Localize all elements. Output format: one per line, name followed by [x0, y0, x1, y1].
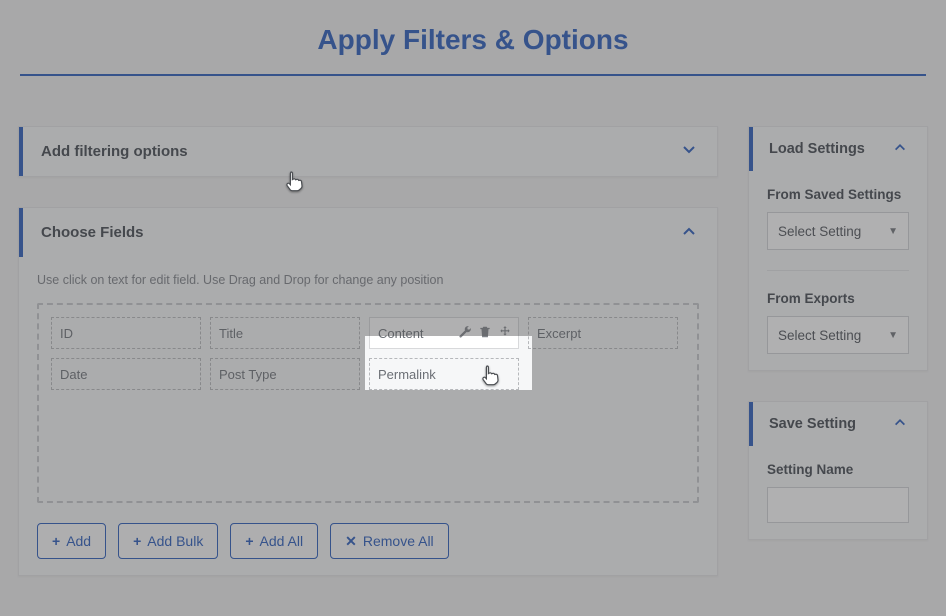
- filter-options-header[interactable]: Add filtering options: [19, 127, 717, 176]
- field-chip-title[interactable]: Title: [210, 317, 360, 349]
- field-chip-label: Date: [60, 367, 87, 382]
- add-all-label: Add All: [260, 533, 304, 549]
- plus-icon: +: [133, 534, 141, 548]
- field-chip-excerpt[interactable]: Excerpt: [528, 317, 678, 349]
- field-chip-id[interactable]: ID: [51, 317, 201, 349]
- choose-fields-header[interactable]: Choose Fields: [19, 208, 717, 257]
- choose-fields-hint: Use click on text for edit field. Use Dr…: [37, 273, 699, 287]
- field-chip-label: Content: [378, 326, 424, 341]
- from-saved-heading: From Saved Settings: [767, 187, 909, 202]
- add-bulk-button[interactable]: + Add Bulk: [118, 523, 218, 559]
- field-chip-label: ID: [60, 326, 73, 341]
- add-label: Add: [66, 533, 91, 549]
- select-placeholder: Select Setting: [778, 328, 861, 343]
- triangle-down-icon: ▼: [888, 330, 898, 341]
- exports-select[interactable]: Select Setting ▼: [767, 316, 909, 354]
- setting-name-label: Setting Name: [767, 462, 909, 477]
- field-chip-label: Permalink: [378, 367, 436, 382]
- load-settings-panel: Load Settings From Saved Settings Select…: [748, 126, 928, 371]
- trash-icon[interactable]: [478, 325, 492, 342]
- add-bulk-label: Add Bulk: [147, 533, 203, 549]
- chevron-up-icon: [893, 415, 907, 433]
- field-chip-label: Excerpt: [537, 326, 581, 341]
- chevron-down-icon: [681, 142, 697, 162]
- x-icon: ✕: [345, 534, 357, 548]
- save-setting-header[interactable]: Save Setting: [749, 402, 927, 446]
- from-exports-heading: From Exports: [767, 291, 909, 306]
- save-setting-panel: Save Setting Setting Name: [748, 401, 928, 540]
- filter-options-title: Add filtering options: [41, 143, 188, 160]
- page-title: Apply Filters & Options: [0, 0, 946, 74]
- chevron-up-icon: [681, 223, 697, 243]
- field-chip-permalink[interactable]: Permalink: [369, 358, 519, 390]
- setting-name-input[interactable]: [767, 487, 909, 523]
- field-chip-label: Post Type: [219, 367, 277, 382]
- filter-options-panel: Add filtering options: [18, 126, 718, 177]
- title-divider: [20, 74, 926, 76]
- chevron-up-icon: [893, 140, 907, 158]
- save-setting-title: Save Setting: [769, 416, 856, 432]
- divider: [767, 270, 909, 271]
- add-all-button[interactable]: + Add All: [230, 523, 318, 559]
- fields-dropzone[interactable]: ID Title Content: [37, 303, 699, 503]
- field-chip-date[interactable]: Date: [51, 358, 201, 390]
- select-placeholder: Select Setting: [778, 224, 861, 239]
- field-chip-label: Title: [219, 326, 243, 341]
- plus-icon: +: [245, 534, 253, 548]
- plus-icon: +: [52, 534, 60, 548]
- saved-settings-select[interactable]: Select Setting ▼: [767, 212, 909, 250]
- field-chip-content[interactable]: Content: [369, 317, 519, 349]
- remove-all-button[interactable]: ✕ Remove All: [330, 523, 449, 559]
- move-icon[interactable]: [498, 325, 512, 342]
- choose-fields-panel: Choose Fields Use click on text for edit…: [18, 207, 718, 576]
- add-button[interactable]: + Add: [37, 523, 106, 559]
- load-settings-header[interactable]: Load Settings: [749, 127, 927, 171]
- load-settings-title: Load Settings: [769, 141, 865, 157]
- choose-fields-title: Choose Fields: [41, 224, 144, 241]
- remove-all-label: Remove All: [363, 533, 434, 549]
- triangle-down-icon: ▼: [888, 226, 898, 237]
- wrench-icon[interactable]: [458, 325, 472, 342]
- field-chip-post-type[interactable]: Post Type: [210, 358, 360, 390]
